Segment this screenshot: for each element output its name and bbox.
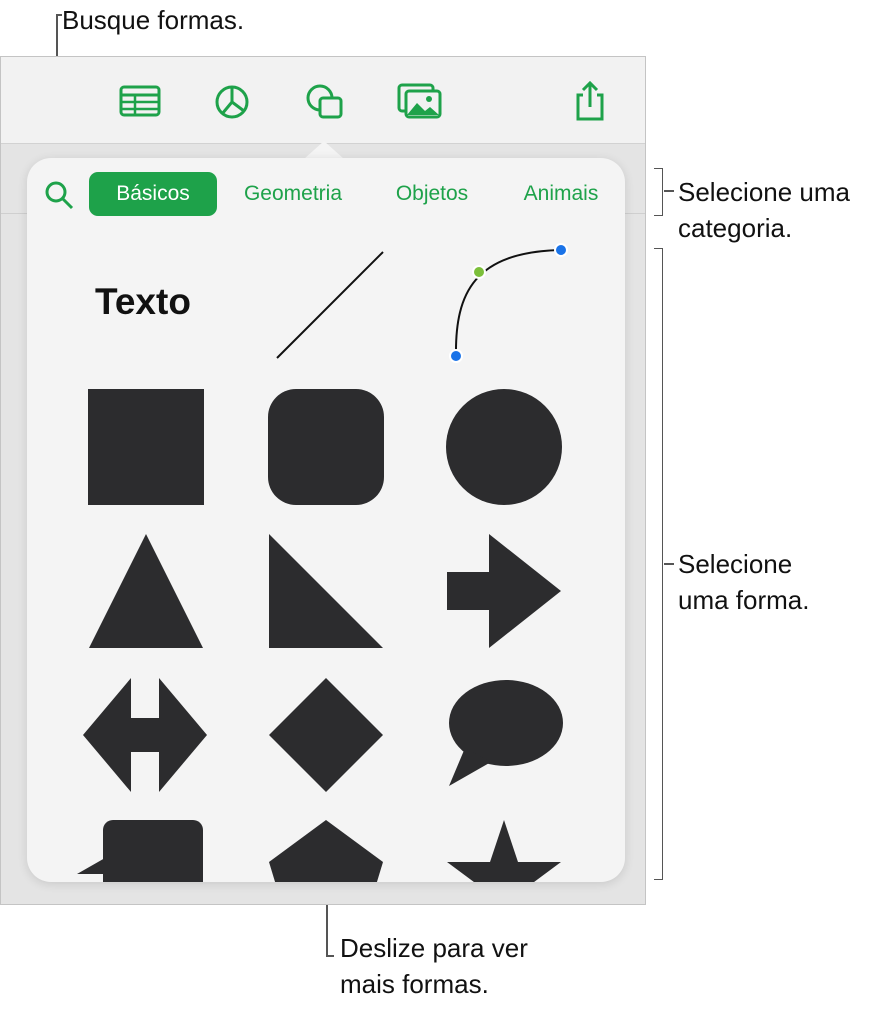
shapes-icon bbox=[306, 84, 343, 119]
toolbar bbox=[1, 57, 645, 144]
callout-category-2: categoria. bbox=[678, 213, 793, 243]
category-tabs: Básicos Geometria Objetos Animais bbox=[27, 172, 625, 216]
popover-arrow bbox=[304, 141, 344, 159]
curve-control-dot[interactable] bbox=[472, 265, 486, 279]
shape-text[interactable]: Texto bbox=[95, 281, 191, 323]
shape-callout-box[interactable] bbox=[75, 818, 205, 882]
media-icon bbox=[397, 83, 442, 119]
callout-scroll-2: mais formas. bbox=[340, 969, 489, 999]
shape-rounded-square[interactable] bbox=[267, 388, 385, 506]
tab-geometria[interactable]: Geometria bbox=[231, 172, 355, 216]
share-icon bbox=[576, 80, 604, 121]
shape-pentagon[interactable] bbox=[267, 818, 385, 882]
callout-shape-2: uma forma. bbox=[678, 585, 810, 615]
search-button[interactable] bbox=[43, 179, 75, 211]
shapes-popover: Básicos Geometria Objetos Animais Texto bbox=[27, 158, 625, 882]
shape-star[interactable] bbox=[445, 818, 563, 882]
table-button[interactable] bbox=[117, 81, 163, 121]
callout-search-tick bbox=[56, 14, 62, 16]
shape-curve[interactable] bbox=[445, 242, 575, 372]
chart-icon bbox=[215, 85, 249, 119]
curve-end-dot[interactable] bbox=[554, 243, 568, 257]
shape-bracket-tick bbox=[664, 563, 674, 565]
callout-scroll-tick bbox=[326, 955, 334, 957]
shapes-button[interactable] bbox=[301, 81, 347, 121]
tab-basicos[interactable]: Básicos bbox=[89, 172, 217, 216]
shape-right-triangle[interactable] bbox=[267, 532, 385, 650]
callout-scroll-1: Deslize para ver bbox=[340, 933, 528, 963]
shape-double-arrow[interactable] bbox=[81, 676, 209, 794]
shape-triangle[interactable] bbox=[87, 532, 205, 650]
callout-shape-1: Selecione bbox=[678, 549, 793, 579]
curve-start-dot[interactable] bbox=[449, 349, 463, 363]
shape-square[interactable] bbox=[87, 388, 205, 506]
shape-circle[interactable] bbox=[445, 388, 563, 506]
shape-arrow[interactable] bbox=[445, 532, 563, 650]
tab-objetos[interactable]: Objetos bbox=[385, 172, 479, 216]
shape-bracket bbox=[654, 248, 663, 880]
shape-speech-bubble[interactable] bbox=[445, 678, 565, 794]
app-window: Básicos Geometria Objetos Animais Texto bbox=[0, 56, 646, 905]
tab-animais[interactable]: Animais bbox=[511, 172, 611, 216]
search-icon bbox=[45, 181, 74, 210]
media-button[interactable] bbox=[397, 81, 443, 121]
category-bracket-tick bbox=[664, 190, 674, 192]
share-button[interactable] bbox=[567, 80, 613, 121]
category-bracket bbox=[654, 168, 663, 216]
shape-line[interactable] bbox=[271, 248, 387, 364]
shape-diamond[interactable] bbox=[267, 676, 385, 794]
callout-search: Busque formas. bbox=[62, 5, 245, 35]
table-icon bbox=[119, 85, 161, 117]
chart-button[interactable] bbox=[209, 81, 255, 121]
callout-category-1: Selecione uma bbox=[678, 177, 850, 207]
